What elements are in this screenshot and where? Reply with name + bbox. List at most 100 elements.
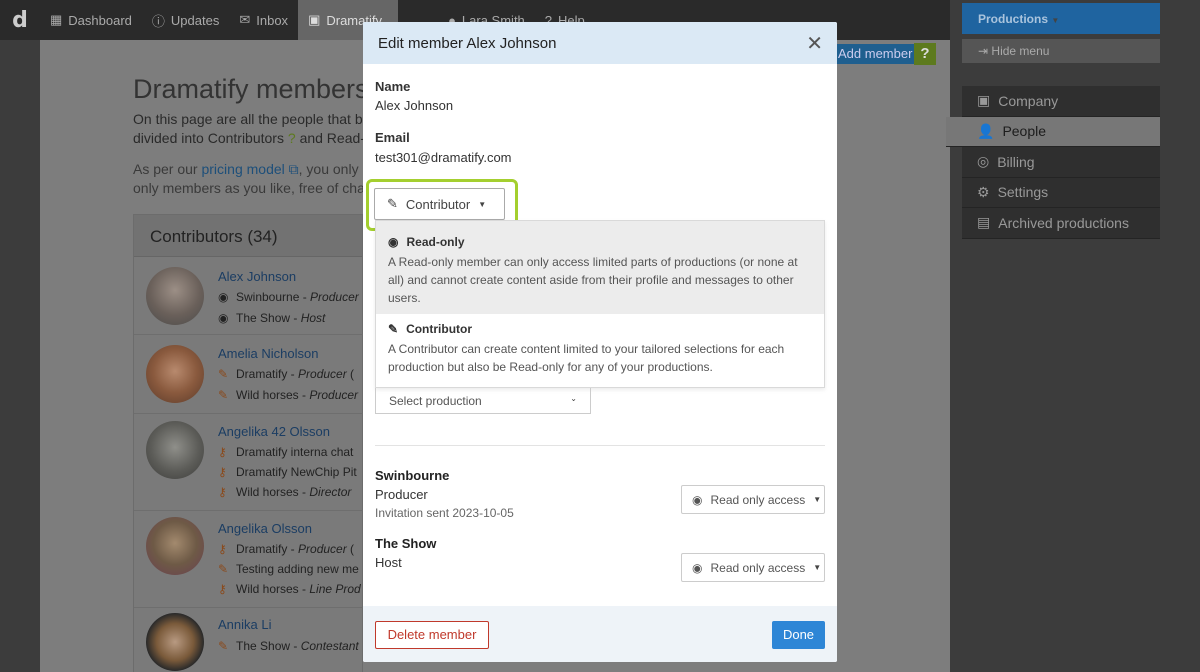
briefcase-icon: ▣	[977, 92, 991, 109]
collapse-icon: ⇥	[978, 44, 989, 58]
modal-footer: Delete member Done	[363, 606, 837, 662]
nav-inbox[interactable]: ✉ Inbox	[229, 0, 298, 40]
contributor-icon: ✎	[387, 196, 398, 211]
contributor-help-icon[interactable]: ?	[288, 130, 296, 146]
access-level-dropdown[interactable]: ◉ Read only access ▼	[681, 553, 825, 582]
member-production: ⚷ Wild horses - Line Prod	[218, 582, 361, 596]
production-name: Swinbourne	[375, 468, 450, 483]
nav-inbox-label: Inbox	[256, 12, 289, 28]
nav-dashboard[interactable]: ▦ Dashboard	[40, 0, 142, 40]
production-name: The Show	[375, 536, 437, 551]
member-production: ⚷ Dramatify NewChip Pit	[218, 465, 357, 479]
role-option-readonly[interactable]: ◉ Read-only A Read-only member can only a…	[376, 221, 824, 314]
eye-icon: ◉	[218, 290, 229, 304]
role-selected-label: Contributor	[405, 196, 471, 212]
sidebar-item-archived[interactable]: ▤ Archived productions	[962, 208, 1160, 239]
sidebar-item-people[interactable]: 👤 People	[946, 116, 1160, 147]
eye-icon: ◉	[692, 560, 703, 575]
chevron-down-icon: ▼	[1051, 16, 1060, 25]
member-production: ✎ Dramatify - Producer (	[218, 367, 355, 381]
member-production: ✎ The Show - Contestant	[218, 639, 359, 653]
name-value: Alex Johnson	[375, 98, 454, 113]
eye-icon: ◉	[388, 235, 399, 249]
nav-updates[interactable]: ⓘ Updates	[142, 0, 229, 40]
close-icon[interactable]: ✕	[806, 33, 823, 53]
chevron-down-icon: ▼	[813, 563, 822, 572]
sidebar-item-label: Billing	[997, 153, 1035, 170]
role-option-contributor[interactable]: ✎ Contributor A Contributor can create co…	[376, 314, 824, 389]
member-row[interactable]: Angelika Olsson ⚷ Dramatify - Producer ( …	[134, 512, 364, 608]
email-label: Email	[375, 130, 410, 145]
sidebar-item-label: Settings	[997, 184, 1049, 201]
contributor-icon: ✎	[388, 322, 399, 336]
chevron-down-icon: ▼	[478, 199, 487, 209]
avatar	[146, 267, 204, 325]
key-icon: ⚷	[218, 485, 227, 499]
sidebar-item-settings[interactable]: ⚙ Settings	[962, 177, 1160, 208]
key-icon: ⚷	[218, 465, 227, 479]
sidebar-item-company[interactable]: ▣ Company	[962, 86, 1160, 117]
done-button[interactable]: Done	[772, 621, 825, 649]
access-level-label: Read only access	[710, 560, 806, 575]
access-level-dropdown[interactable]: ◉ Read only access ▼	[681, 485, 825, 514]
contributor-icon: ✎	[218, 562, 229, 576]
dramatify-logo[interactable]: d	[0, 0, 40, 40]
role-option-description: A Read-only member can only access limit…	[388, 255, 798, 305]
member-row[interactable]: Amelia Nicholson ✎ Dramatify - Producer (…	[134, 336, 364, 414]
avatar	[146, 421, 204, 479]
productions-dropdown[interactable]: Productions ▼	[962, 3, 1160, 34]
member-row[interactable]: Annika Li ✎ The Show - Contestant	[134, 609, 364, 672]
member-name[interactable]: Angelika 42 Olsson	[218, 424, 330, 439]
avatar	[146, 517, 204, 575]
contributor-icon: ✎	[218, 639, 229, 653]
page-title: Dramatify members	[133, 74, 369, 104]
page-help-button[interactable]: ?	[914, 43, 936, 65]
divider	[375, 445, 825, 446]
dashboard-icon: ▦	[50, 12, 63, 27]
member-name[interactable]: Annika Li	[218, 617, 271, 632]
key-icon: ⚷	[218, 542, 227, 556]
member-row[interactable]: Angelika 42 Olsson ⚷ Dramatify interna ch…	[134, 415, 364, 511]
member-name[interactable]: Alex Johnson	[218, 269, 296, 284]
role-dropdown-button[interactable]: ✎ Contributor ▼	[374, 188, 505, 220]
member-row[interactable]: Alex Johnson ◉ Swinbourne - Producer ◉ The…	[134, 258, 364, 335]
archive-icon: ▤	[977, 214, 991, 231]
invitation-status: Invitation sent 2023-10-05	[375, 506, 514, 520]
access-level-label: Read only access	[710, 492, 806, 507]
select-production-dropdown[interactable]: Select production ⌄	[375, 388, 591, 414]
pricing-line-2: only members as you like, free of charge	[133, 180, 373, 196]
member-name[interactable]: Angelika Olsson	[218, 521, 312, 536]
pricing-model-link[interactable]: pricing model	[201, 161, 284, 177]
eye-icon: ◉	[218, 311, 229, 325]
nav-updates-label: Updates	[170, 12, 220, 28]
member-name[interactable]: Amelia Nicholson	[218, 346, 318, 361]
hide-menu-button[interactable]: ⇥ Hide menu	[962, 39, 1160, 63]
contributors-heading: Contributors (34)	[134, 215, 362, 257]
email-value: test301@dramatify.com	[375, 150, 512, 165]
select-production-label: Select production	[389, 394, 482, 408]
intro-line-1: On this page are all the people that bel	[133, 111, 373, 127]
chevron-down-icon: ▼	[813, 495, 822, 504]
key-icon: ⚷	[218, 582, 227, 596]
member-production: ⚷ Wild horses - Director	[218, 485, 352, 499]
external-link-icon: ⧉	[284, 161, 299, 177]
sidebar-item-label: Archived productions	[998, 214, 1129, 231]
gear-icon: ⚙	[977, 183, 990, 200]
people-icon: 👤	[977, 122, 995, 139]
production-role: Host	[375, 555, 402, 570]
coins-icon: ◎	[977, 153, 990, 170]
delete-member-button[interactable]: Delete member	[375, 621, 489, 649]
sidebar-item-billing[interactable]: ◎ Billing	[962, 147, 1160, 178]
page-intro: On this page are all the people that bel…	[133, 110, 373, 148]
avatar	[146, 613, 204, 671]
add-member-button[interactable]: Add member	[832, 44, 919, 64]
role-dropdown-menu: ◉ Read-only A Read-only member can only a…	[375, 220, 825, 388]
member-production: ✎ Testing adding new me	[218, 562, 359, 576]
key-icon: ⚷	[218, 445, 227, 459]
intro-line-2: divided into Contributors ? and Read-o	[133, 130, 373, 146]
member-production: ◉ The Show - Host	[218, 311, 326, 325]
inbox-icon: ✉	[239, 12, 251, 27]
member-production: ⚷ Dramatify - Producer (	[218, 542, 355, 556]
contributor-icon: ✎	[218, 367, 229, 381]
role-option-title: ✎ Contributor	[388, 322, 473, 336]
